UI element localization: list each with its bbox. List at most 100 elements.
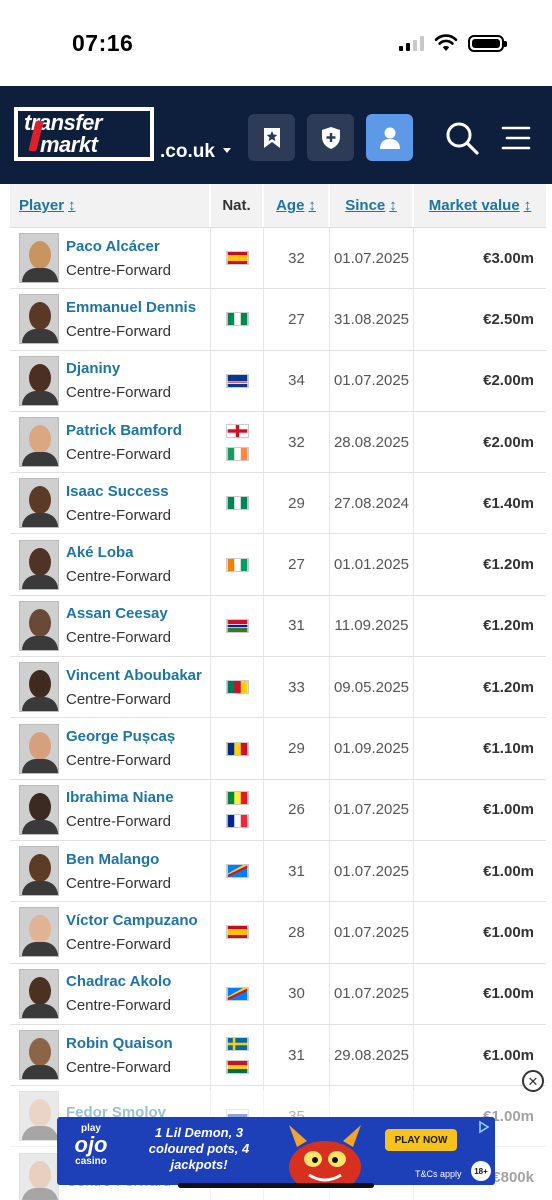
player-photo[interactable] [19, 600, 59, 651]
player-position: Centre-Forward [66, 322, 172, 340]
domain-selector[interactable]: .co.uk [160, 141, 215, 163]
player-position: Centre-Forward [66, 261, 172, 279]
table-row[interactable]: Isaac Success Centre-Forward 29 27.08.20… [10, 473, 546, 535]
since-cell: 01.07.2025 [330, 350, 414, 411]
player-name-link[interactable]: Assan Ceesay [66, 605, 171, 622]
market-value-cell: €2.50m [483, 310, 534, 328]
sort-arrows-icon: ↕ [523, 197, 532, 214]
chevron-down-icon[interactable] [223, 148, 231, 153]
player-photo[interactable] [19, 233, 59, 284]
player-name-link[interactable]: Paco Alcácer [66, 238, 171, 255]
player-info: Chadrac Akolo Centre-Forward [66, 973, 171, 1014]
profile-button[interactable] [366, 114, 413, 161]
ad-terms[interactable]: T&Cs apply [415, 1169, 462, 1179]
ad-banner[interactable]: play ojo casino 1 Lil Demon, 3 coloured … [57, 1117, 495, 1185]
age-cell: 32 [264, 228, 330, 289]
table-row[interactable]: Aké Loba Centre-Forward 27 01.01.2025 €1… [10, 534, 546, 596]
player-photo[interactable] [19, 723, 59, 774]
table-row[interactable]: Djaniny Centre-Forward 34 01.07.2025 €2.… [10, 350, 546, 412]
sort-arrows-icon: ↕ [308, 197, 316, 214]
transfermarkt-logo[interactable]: transfer markt [14, 107, 154, 161]
player-name-link[interactable]: Emmanuel Dennis [66, 299, 196, 316]
ad-info-icon[interactable] [477, 1120, 491, 1134]
play-now-button[interactable]: PLAY NOW [385, 1129, 457, 1151]
player-photo[interactable] [19, 355, 59, 406]
table-header: Player ↕ Nat. Age ↕ Since ↕ Market value… [10, 184, 546, 228]
since-cell: 01.07.2025 [330, 963, 414, 1024]
player-cell: Chadrac Akolo Centre-Forward [10, 963, 211, 1024]
battery-icon [468, 34, 507, 52]
player-name-link[interactable]: Aké Loba [66, 544, 171, 561]
table-row[interactable]: Ibrahima Niane Centre-Forward 26 01.07.2… [10, 779, 546, 841]
flag-ireland-icon [225, 446, 249, 461]
table-row[interactable]: Emmanuel Dennis Centre-Forward 27 31.08.… [10, 289, 546, 351]
player-position: Centre-Forward [66, 997, 172, 1015]
table-row[interactable]: Ben Malango Centre-Forward 31 01.07.2025… [10, 840, 546, 903]
my-club-button[interactable] [307, 114, 354, 161]
sort-player-header[interactable]: Player ↕ [10, 184, 211, 227]
flag-dr-congo-icon [225, 986, 249, 1001]
player-photo[interactable] [19, 417, 59, 468]
player-photo[interactable] [19, 784, 59, 835]
shield-plus-icon [321, 126, 340, 149]
player-name-link[interactable]: Chadrac Akolo [66, 973, 171, 990]
table-row[interactable]: Vincent Aboubakar Centre-Forward 33 09.0… [10, 657, 546, 719]
table-row[interactable]: Patrick Bamford Centre-Forward 32 28.08.… [10, 411, 546, 474]
ad-headline: 1 Lil Demon, 3 coloured pots, 4 jackpots… [129, 1125, 269, 1173]
table-row[interactable]: Chadrac Akolo Centre-Forward 30 01.07.20… [10, 963, 546, 1025]
player-name-link[interactable]: Robin Quaison [66, 1035, 173, 1052]
player-name-link[interactable]: Víctor Campuzano [66, 912, 198, 929]
player-name-link[interactable]: Ibrahima Niane [66, 789, 174, 806]
players-table: Player ↕ Nat. Age ↕ Since ↕ Market value… [10, 184, 546, 1200]
player-name-link[interactable]: Isaac Success [66, 483, 171, 500]
close-ad-button[interactable]: ✕ [522, 1070, 544, 1092]
table-row[interactable]: Robin Quaison Centre-Forward 31 29.08.20… [10, 1024, 546, 1087]
player-name-link[interactable]: Djaniny [66, 360, 171, 377]
market-value-cell: €1.00m [483, 801, 534, 819]
player-cell: Vincent Aboubakar Centre-Forward [10, 657, 211, 718]
player-photo-body [22, 942, 58, 957]
player-photo[interactable] [19, 1030, 59, 1080]
player-name-link[interactable]: Ben Malango [66, 851, 171, 868]
bookmark-star-icon [263, 127, 280, 148]
player-position: Centre-Forward [66, 1058, 172, 1076]
age-cell: 33 [264, 657, 330, 718]
player-info: Assan Ceesay Centre-Forward [66, 605, 171, 646]
player-photo[interactable] [19, 968, 59, 1019]
player-photo[interactable] [19, 662, 59, 713]
table-row[interactable]: Víctor Campuzano Centre-Forward 28 01.07… [10, 902, 546, 964]
age-cell: 31 [264, 595, 330, 657]
table-row[interactable]: George Pușcaș Centre-Forward 29 01.09.20… [10, 718, 546, 780]
since-header-label: Since [345, 197, 386, 214]
sort-age-header[interactable]: Age ↕ [264, 184, 330, 227]
table-row[interactable]: Paco Alcácer Centre-Forward 32 01.07.202… [10, 228, 546, 290]
watchlist-button[interactable] [248, 114, 295, 161]
age-cell: 29 [264, 718, 330, 779]
player-info: Djaniny Centre-Forward [66, 360, 171, 401]
player-photo[interactable] [19, 907, 59, 958]
table-body: Paco Alcácer Centre-Forward 32 01.07.202… [10, 228, 546, 1200]
player-info: Aké Loba Centre-Forward [66, 544, 171, 585]
player-cell: Patrick Bamford Centre-Forward [10, 411, 211, 473]
since-cell: 01.07.2025 [330, 779, 414, 840]
player-name-link[interactable]: Patrick Bamford [66, 422, 182, 439]
player-name-link[interactable]: George Pușcaș [66, 728, 175, 745]
player-position: Centre-Forward [66, 752, 172, 770]
player-position: Centre-Forward [66, 874, 172, 892]
sort-market-value-header[interactable]: Market value ↕ [414, 184, 546, 227]
close-icon: ✕ [527, 1073, 539, 1089]
player-photo[interactable] [19, 846, 59, 897]
flag-gambia-icon [225, 618, 249, 633]
player-name-link[interactable]: Vincent Aboubakar [66, 667, 202, 684]
player-photo[interactable] [19, 539, 59, 590]
table-row[interactable]: Assan Ceesay Centre-Forward 31 11.09.202… [10, 595, 546, 658]
search-button[interactable] [438, 114, 485, 161]
player-photo-body [22, 635, 58, 650]
player-info: Patrick Bamford Centre-Forward [66, 422, 182, 463]
flag-senegal-icon [225, 791, 249, 806]
player-photo[interactable] [19, 478, 59, 529]
player-photo[interactable] [19, 294, 59, 345]
status-time: 07:16 [72, 30, 134, 56]
sort-since-header[interactable]: Since ↕ [330, 184, 414, 227]
menu-button[interactable] [492, 114, 539, 161]
